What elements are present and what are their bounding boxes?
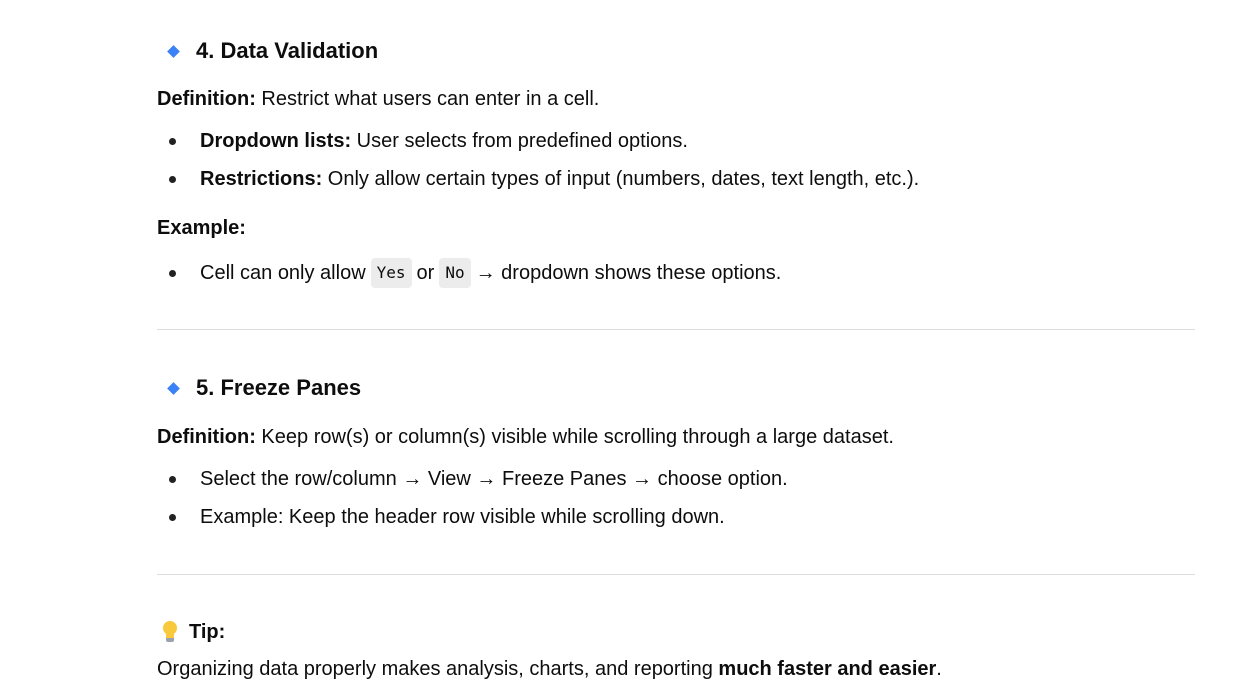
list-item-label: Dropdown lists:: [200, 130, 352, 152]
definition-text: Restrict what users can enter in a cell.: [255, 88, 600, 110]
blue-diamond-icon: [167, 381, 180, 395]
definition-text: Keep row(s) or column(s) visible while s…: [255, 426, 894, 448]
list-item: Restrictions: Only allow certain types o…: [157, 166, 919, 192]
tip-text-suffix: .: [936, 658, 942, 680]
list-item-label: Restrictions:: [200, 168, 323, 190]
list-item-text: Only allow certain types of input (numbe…: [322, 168, 920, 190]
tip-text: Organizing data properly makes analysis,…: [157, 656, 942, 682]
list-item-text: Example: Keep the header row visible whi…: [200, 506, 725, 528]
list-item: Example: Keep the header row visible whi…: [157, 504, 725, 530]
section-heading-freeze-panes: 5. Freeze Panes: [167, 374, 361, 402]
list-item: Select the row/column → View → Freeze Pa…: [157, 466, 788, 492]
list-item-text: or: [416, 262, 435, 284]
example-heading: Example:: [157, 215, 246, 241]
section-heading-text: 4. Data Validation: [196, 38, 379, 63]
blue-diamond-icon: [167, 44, 180, 58]
tip-heading: Tip:: [161, 619, 225, 645]
list-item-text: Cell can only allow: [200, 262, 366, 284]
inline-code-yes: Yes: [370, 258, 412, 288]
list-item-text: User selects from predefined options.: [351, 130, 688, 152]
bullet-dot: [169, 137, 176, 145]
bullet-dot: [169, 269, 176, 277]
tip-text-prefix: Organizing data properly makes analysis,…: [157, 658, 719, 680]
tip-text-bold: much faster and easier: [718, 658, 937, 680]
list-item: Dropdown lists: User selects from predef…: [157, 128, 688, 154]
list-item-text: → dropdown shows these options.: [475, 262, 782, 284]
bullet-dot: [169, 475, 176, 483]
section-heading-text: 5. Freeze Panes: [196, 375, 362, 400]
list-item-text: Select the row/column → View → Freeze Pa…: [200, 468, 788, 490]
example-label: Example:: [157, 217, 246, 239]
definition-label: Definition:: [157, 426, 256, 448]
bullet-dot: [169, 513, 176, 521]
horizontal-divider: [157, 574, 1195, 575]
lightbulb-icon: [161, 621, 179, 643]
definition-paragraph: Definition: Restrict what users can ente…: [157, 86, 599, 112]
definition-label: Definition:: [157, 88, 256, 110]
section-heading-data-validation: 4. Data Validation: [167, 37, 378, 65]
list-item: Cell can only allow Yes or No → dropdown…: [157, 258, 781, 288]
tip-label: Tip:: [189, 621, 226, 643]
bullet-dot: [169, 175, 176, 183]
inline-code-no: No: [439, 258, 471, 288]
definition-paragraph: Definition: Keep row(s) or column(s) vis…: [157, 424, 894, 450]
horizontal-divider: [157, 329, 1195, 330]
